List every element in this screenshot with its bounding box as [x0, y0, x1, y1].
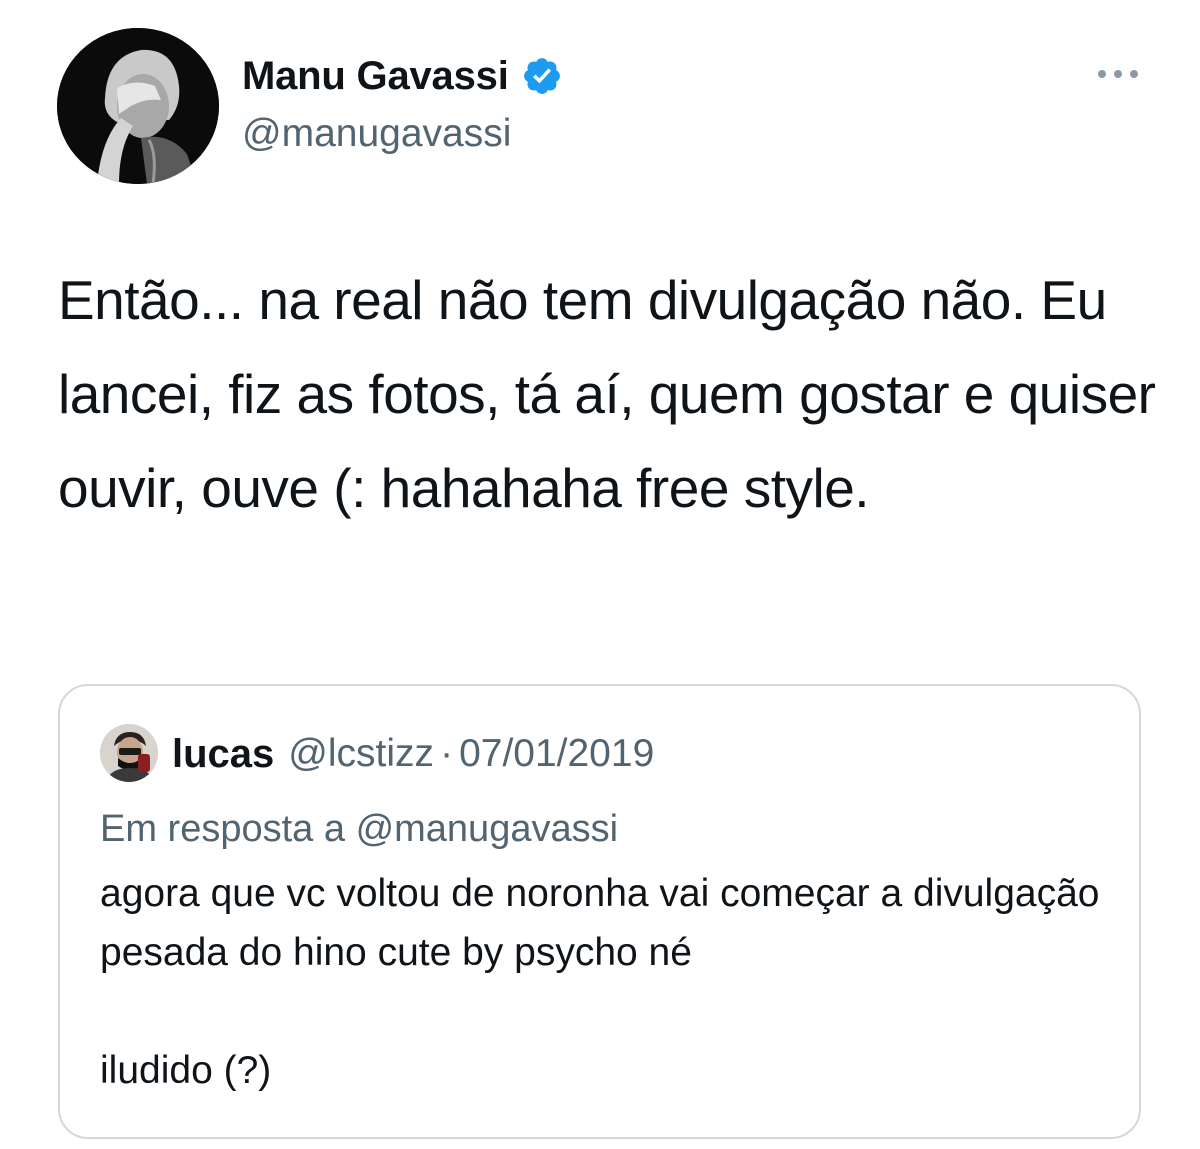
author-name-row: Manu Gavassi: [242, 50, 563, 102]
dot-separator: ·: [440, 732, 454, 775]
reply-prefix: Em resposta a: [100, 808, 356, 850]
quoted-tweet-card[interactable]: lucas @lcstizz · 07/01/2019 Em resposta …: [58, 684, 1141, 1139]
quoted-author-avatar[interactable]: [100, 724, 158, 782]
author-name[interactable]: Manu Gavassi: [242, 54, 509, 99]
reply-context: Em resposta a @manugavassi: [100, 808, 618, 851]
quoted-tweet-header: lucas @lcstizz · 07/01/2019: [172, 726, 654, 782]
quoted-author-handle[interactable]: @lcstizz: [288, 732, 434, 776]
tweet-text: Então... na real não tem divulgação não.…: [58, 269, 1171, 519]
author-handle[interactable]: @manugavassi: [242, 110, 511, 158]
quoted-author-name[interactable]: lucas: [172, 732, 274, 777]
quoted-profile-photo-icon: [100, 724, 158, 782]
more-options-icon[interactable]: [1094, 60, 1142, 88]
quoted-tweet-date[interactable]: 07/01/2019: [459, 732, 654, 776]
author-avatar[interactable]: [57, 28, 219, 184]
reply-handle[interactable]: @manugavassi: [356, 808, 618, 850]
quoted-tweet-text: agora que vc voltou de noronha vai começ…: [100, 872, 1100, 1092]
verified-badge-icon: [521, 55, 563, 97]
profile-photo-icon: [57, 28, 219, 184]
